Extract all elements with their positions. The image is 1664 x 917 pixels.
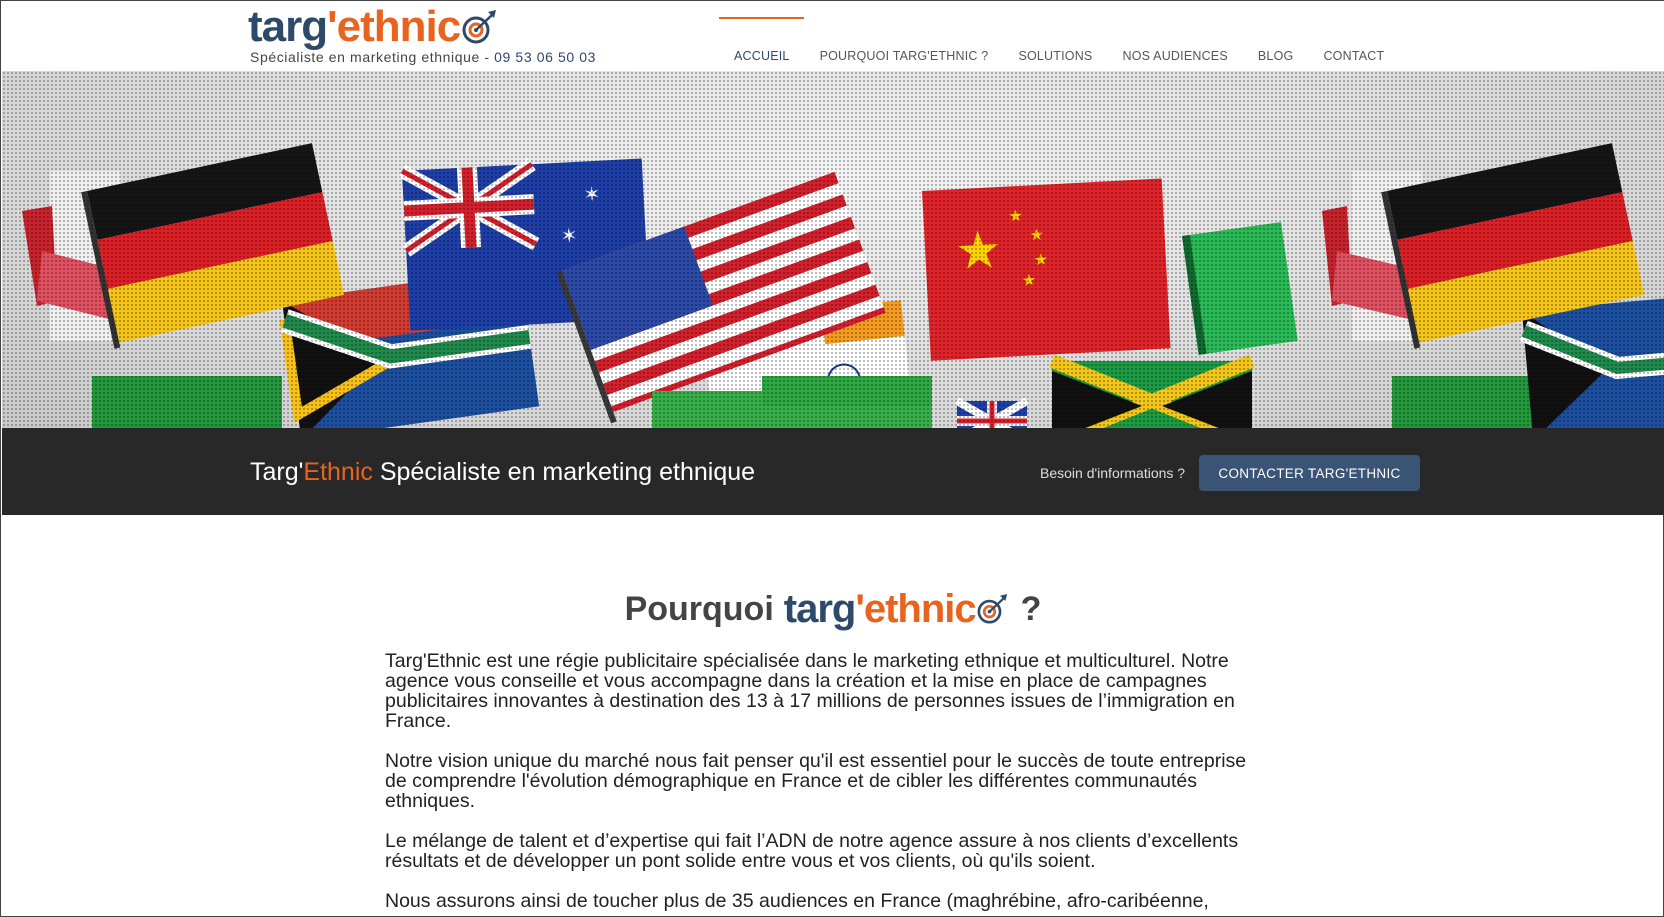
nav-contact[interactable]: CONTACT (1323, 1, 1384, 71)
paragraph: Le mélange de talent et d’expertise qui … (385, 830, 1239, 872)
cta-bar: Targ'Ethnic Spécialiste en marketing eth… (2, 428, 1664, 515)
svg-text:✶: ✶ (560, 223, 578, 248)
contact-button[interactable]: CONTACTER TARG'ETHNIC (1199, 455, 1420, 491)
logo-wordmark: targ'ethnic (248, 2, 461, 51)
cta-info-text: Besoin d'informations ? (1040, 465, 1186, 481)
section-title-prefix: Pourquoi (624, 589, 774, 628)
site-tagline: Spécialiste en marketing ethnique - 09 5… (250, 49, 596, 65)
section-title: Pourquoi targ'ethnic ? (1, 589, 1664, 629)
target-arrow-icon (977, 594, 1007, 624)
svg-text:★: ★ (1008, 206, 1023, 226)
flags-illustration: ✶ ✶ ★ ★ ★ ★ ★ (22, 143, 1664, 428)
paragraph: Nous assurons ainsi de toucher plus de 3… (385, 890, 1209, 912)
nav-accueil[interactable]: ACCUEIL (719, 1, 804, 71)
nav-blog[interactable]: BLOG (1258, 1, 1294, 71)
svg-text:✶: ✶ (583, 182, 601, 207)
target-arrow-icon (462, 10, 497, 44)
svg-text:★: ★ (954, 220, 1004, 282)
site-logo[interactable]: targ'ethnic (248, 3, 498, 51)
hero-banner-image: ✶ ✶ ★ ★ ★ ★ ★ (2, 71, 1664, 428)
svg-text:★: ★ (1021, 270, 1036, 290)
site-header: targ'ethnic Spécialiste en marketing eth… (1, 1, 1664, 71)
phone-number: 09 53 06 50 03 (494, 49, 596, 65)
section-title-logo: targ'ethnic (783, 587, 977, 631)
section-title-suffix: ? (1020, 589, 1042, 628)
paragraph: Notre vision unique du marché nous fait … (385, 750, 1247, 812)
paragraph: Targ'Ethnic est une régie publicitaire s… (385, 650, 1235, 732)
nav-audiences[interactable]: NOS AUDIENCES (1122, 1, 1227, 71)
svg-text:★: ★ (1029, 225, 1044, 245)
cta-bar-title: Targ'Ethnic Spécialiste en marketing eth… (250, 458, 756, 486)
nav-pourquoi[interactable]: POURQUOI TARG'ETHNIC ? (820, 1, 989, 71)
svg-text:★: ★ (1033, 250, 1048, 270)
main-nav: ACCUEIL POURQUOI TARG'ETHNIC ? SOLUTIONS… (719, 1, 1414, 71)
intro-text: Targ'Ethnic est une régie publicitaire s… (385, 651, 1265, 917)
nav-solutions[interactable]: SOLUTIONS (1018, 1, 1092, 71)
